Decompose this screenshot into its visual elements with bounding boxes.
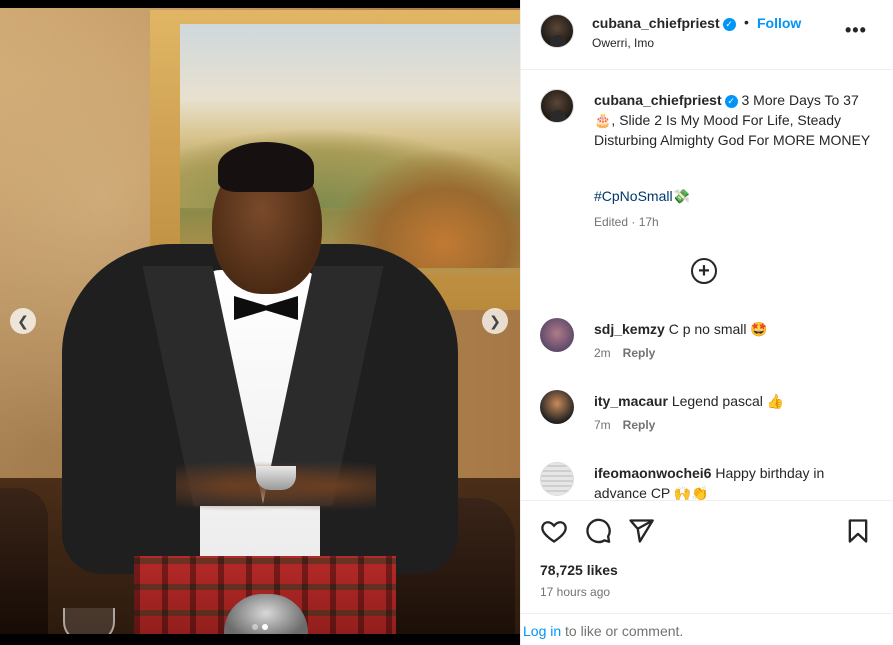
more-options-icon[interactable]: ••• [845, 20, 867, 41]
comment-item: ifeomaonwochei6 Happy birthday in advanc… [521, 462, 893, 500]
post-side-panel: cubana_chiefpriest ✓ • Follow Owerri, Imo… [520, 0, 893, 645]
comment-icon[interactable] [584, 517, 612, 545]
carousel-prev-button[interactable]: ❮ [10, 308, 36, 334]
verified-badge-icon: ✓ [722, 18, 736, 31]
comment-username[interactable]: ity_macaur [594, 393, 668, 409]
edited-timestamp: Edited · 17h [594, 215, 659, 229]
reply-button[interactable]: Reply [623, 346, 656, 360]
comment-item: sdj_kemzy C p no small 🤩 2m Reply [521, 318, 893, 382]
comment-time: 7m [594, 418, 611, 432]
comment-item: ity_macaur Legend pascal 👍 7m Reply [521, 390, 893, 454]
share-send-icon[interactable] [627, 517, 655, 545]
hashtag-link[interactable]: #CpNoSmall💸 [594, 188, 690, 205]
login-prompt: Log in to like or comment. [521, 613, 893, 645]
post-photo [0, 8, 520, 634]
post-media[interactable]: ❮ ❯ [0, 0, 520, 645]
wine-glass [63, 608, 115, 634]
like-heart-icon[interactable] [540, 517, 568, 545]
chevron-left-icon: ❮ [17, 312, 29, 329]
caption-avatar[interactable] [540, 89, 574, 123]
reply-button[interactable]: Reply [623, 418, 656, 432]
comment-text: Legend pascal 👍 [671, 393, 785, 409]
avatar[interactable] [540, 318, 574, 352]
carousel-dots [0, 624, 520, 630]
post-header: cubana_chiefpriest ✓ • Follow Owerri, Imo… [521, 0, 893, 70]
chevron-right-icon: ❯ [489, 312, 501, 329]
author-username[interactable]: cubana_chiefpriest ✓ [592, 15, 736, 31]
like-count[interactable]: 78,725 likes [540, 562, 618, 578]
comment-time: 2m [594, 346, 611, 360]
carousel-dot [252, 624, 258, 630]
carousel-dot-active [262, 624, 268, 630]
post-actions: 78,725 likes 17 hours ago Log in to like… [521, 500, 893, 645]
post-time[interactable]: 17 hours ago [540, 585, 610, 599]
caption-username[interactable]: cubana_chiefpriest [594, 92, 722, 108]
avatar[interactable] [540, 390, 574, 424]
plus-circle-icon: + [698, 260, 710, 282]
post-location[interactable]: Owerri, Imo [592, 36, 654, 50]
silver-cup [256, 466, 296, 490]
avatar[interactable] [540, 14, 574, 48]
follow-button[interactable]: Follow [757, 15, 801, 31]
login-link[interactable]: Log in [523, 623, 561, 639]
post-caption: cubana_chiefpriest ✓ 3 More Days To 37 🎂,… [594, 90, 879, 150]
avatar[interactable] [540, 462, 574, 496]
save-bookmark-icon[interactable] [844, 517, 872, 545]
separator-dot: • [744, 14, 749, 30]
comment-username[interactable]: ifeomaonwochei6 [594, 465, 711, 481]
login-prompt-text: to like or comment. [561, 623, 684, 639]
carousel-next-button[interactable]: ❯ [482, 308, 508, 334]
verified-badge-icon: ✓ [724, 95, 738, 108]
comment-text: C p no small 🤩 [668, 321, 768, 337]
comment-username[interactable]: sdj_kemzy [594, 321, 665, 337]
load-more-comments-button[interactable]: + [691, 258, 717, 284]
